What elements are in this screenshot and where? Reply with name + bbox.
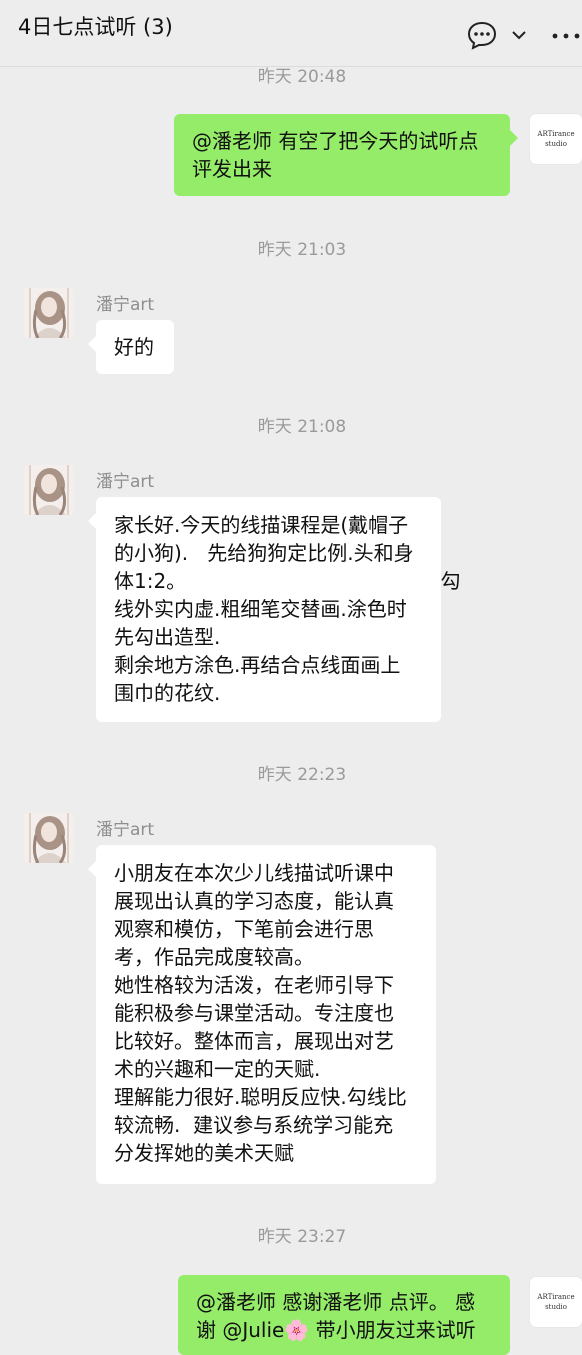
timestamp: 昨天 22:23 bbox=[257, 765, 347, 785]
avatar-text: studio bbox=[545, 1303, 567, 1311]
timestamp: 昨天 23:27 bbox=[257, 1227, 347, 1247]
message-line: 比较好。整体而言，展现出对艺 bbox=[114, 1029, 394, 1053]
contact-avatar[interactable] bbox=[24, 465, 74, 515]
chat-area: 昨天 20:48 @潘老师 有空了把今天的试听点 评发出来 ARTirance … bbox=[0, 0, 582, 1355]
avatar-text: studio bbox=[545, 140, 567, 148]
message-line: 围巾的花纹. bbox=[114, 681, 221, 705]
message-line: 线外实内虚.粗细笔交替画.涂色时 bbox=[114, 597, 407, 621]
contact-avatar[interactable] bbox=[24, 288, 74, 338]
message-line: 小朋友在本次少儿线描试听课中 bbox=[114, 861, 394, 885]
message-bubble-self[interactable]: @潘老师 感谢潘老师 点评。 感 谢 @Julie🌸 带小朋友过来试听 bbox=[178, 1275, 510, 1355]
chat-title: 4日七点试听 (3) bbox=[18, 15, 173, 39]
message-line: 体1:2。 勾 bbox=[114, 569, 461, 593]
more-icon[interactable] bbox=[552, 33, 580, 39]
message-line: 能积极参与课堂活动。专注度也 bbox=[114, 1001, 394, 1025]
message-line: 先勾出造型. bbox=[114, 625, 221, 649]
sender-name: 潘宁art bbox=[96, 820, 155, 840]
message-line: 术的兴趣和一定的天赋. bbox=[114, 1057, 321, 1081]
timestamp: 昨天 21:03 bbox=[257, 240, 347, 260]
message-line: 分发挥她的美术天赋 bbox=[114, 1141, 294, 1165]
self-avatar[interactable]: ARTirance studio bbox=[530, 114, 582, 164]
message-line: 观察和模仿，下笔前会进行思 bbox=[114, 917, 374, 941]
sender-name: 潘宁art bbox=[96, 472, 155, 492]
message-line: 剩余地方涂色.再结合点线面画上 bbox=[114, 653, 401, 677]
timestamp: 昨天 21:08 bbox=[257, 417, 347, 437]
message-line: 家长好.今天的线描课程是(戴帽子 bbox=[114, 513, 409, 537]
flower-emoji-icon: 🌸 bbox=[284, 1318, 310, 1342]
avatar-text: ARTirance bbox=[537, 130, 575, 138]
message-line: @潘老师 有空了把今天的试听点 bbox=[192, 129, 479, 153]
message-bubble-self[interactable]: @潘老师 有空了把今天的试听点 评发出来 bbox=[174, 114, 518, 196]
message-line: 好的 bbox=[114, 335, 154, 359]
message-text: 谢 @Julie bbox=[196, 1318, 285, 1342]
avatar-text: ARTirance bbox=[537, 1293, 575, 1301]
message-line: @潘老师 感谢潘老师 点评。 感 bbox=[196, 1290, 476, 1314]
message-line: 评发出来 bbox=[192, 157, 272, 181]
message-line: 她性格较为活泼，在老师引导下 bbox=[114, 973, 394, 997]
sender-name: 潘宁art bbox=[96, 295, 155, 315]
message-line: 展现出认真的学习态度，能认真 bbox=[114, 889, 394, 913]
contact-avatar[interactable] bbox=[24, 813, 74, 863]
message-text: 带小朋友过来试听 bbox=[309, 1318, 476, 1342]
message-line-composite: 谢 @Julie🌸 带小朋友过来试听 bbox=[196, 1316, 492, 1344]
message-bubble[interactable]: 好的 bbox=[88, 320, 174, 374]
message-bubble[interactable]: 家长好.今天的线描课程是(戴帽子 的小狗). 先给狗狗定比例.头和身 体1:2。… bbox=[88, 497, 461, 722]
self-avatar[interactable]: ARTirance studio bbox=[530, 1277, 582, 1327]
message-line: 考，作品完成度较高。 bbox=[114, 945, 314, 969]
message-line: 理解能力很好.聪明反应快.勾线比 bbox=[114, 1085, 407, 1109]
chat-header: 4日七点试听 (3) bbox=[0, 0, 582, 67]
message-line: 较流畅. 建议参与系统学习能充 bbox=[114, 1113, 394, 1137]
chat-bubble-icon[interactable] bbox=[466, 20, 498, 50]
message-line: 的小狗). 先给狗狗定比例.头和身 bbox=[114, 541, 414, 565]
chevron-down-icon[interactable] bbox=[510, 26, 528, 44]
message-bubble[interactable]: 小朋友在本次少儿线描试听课中 展现出认真的学习态度，能认真 观察和模仿，下笔前会… bbox=[88, 845, 436, 1184]
